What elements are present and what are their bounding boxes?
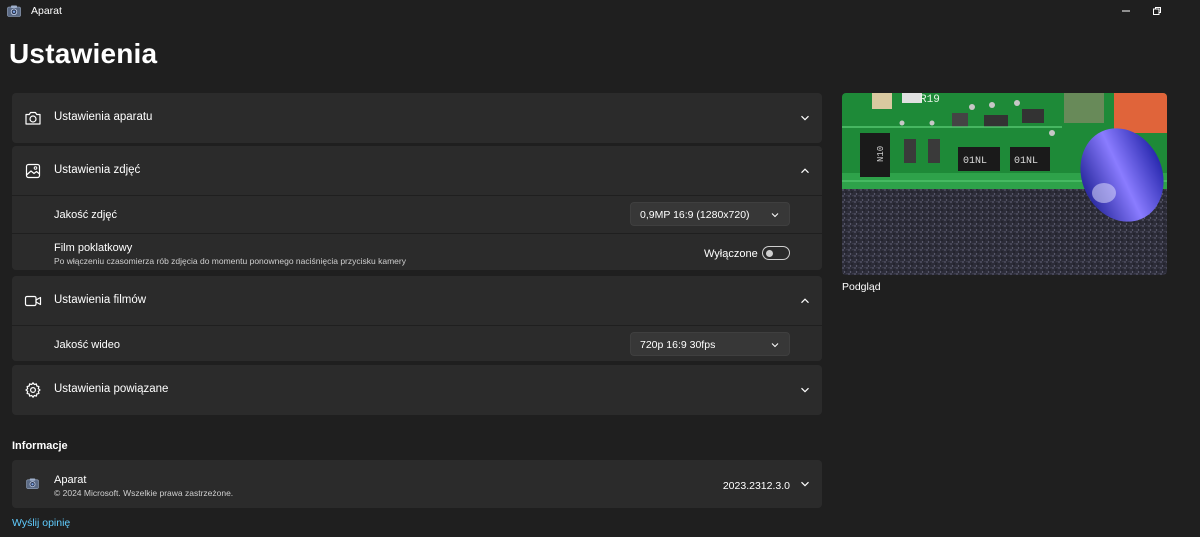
window-title: Aparat [31, 5, 62, 17]
photo-quality-label: Jakość zdjęć [54, 209, 117, 221]
related-settings-card[interactable]: Ustawienia powiązane [12, 365, 822, 415]
toggle-knob [766, 249, 773, 257]
chevron-up-icon [801, 298, 809, 304]
gear-icon [25, 382, 41, 398]
video-quality-row: Jakość wideo 720p 16:9 30fps [12, 325, 822, 361]
video-settings-header[interactable]: Ustawienia filmów [12, 276, 822, 326]
timelapse-toggle[interactable] [762, 246, 790, 260]
camera-app-icon [7, 5, 21, 17]
about-copyright: © 2024 Microsoft. Wszelkie prawa zastrze… [54, 488, 234, 498]
video-icon [24, 295, 42, 307]
preview-image: R19 N10 01NL 01NL [842, 93, 1167, 275]
chevron-up-icon [801, 168, 809, 174]
image-icon [25, 163, 41, 179]
title-bar: Aparat [0, 0, 1200, 22]
send-feedback-link[interactable]: Wyślij opinię [12, 517, 70, 529]
photo-quality-dropdown[interactable]: 0,9MP 16:9 (1280x720) [630, 202, 790, 226]
page-title: Ustawienia [9, 38, 158, 69]
timelapse-state-label: Wyłączone [704, 248, 758, 260]
photo-quality-row: Jakość zdjęć 0,9MP 16:9 (1280x720) [12, 195, 822, 233]
minimize-icon [1122, 10, 1130, 12]
video-quality-dropdown[interactable]: 720p 16:9 30fps [630, 332, 790, 356]
about-app-name: Aparat [54, 474, 87, 486]
video-quality-value: 720p 16:9 30fps [640, 339, 716, 351]
camera-icon [25, 111, 41, 125]
chevron-down-icon [801, 115, 809, 121]
chevron-down-icon [771, 213, 779, 218]
preview-caption: Podgląd [842, 281, 881, 293]
chevron-down-icon [801, 387, 809, 393]
timelapse-label: Film poklatkowy [54, 242, 133, 254]
about-version: 2023.2312.3.0 [722, 480, 790, 492]
svg-text:N10: N10 [876, 146, 886, 162]
chevron-down-icon [801, 481, 809, 487]
camera-preview: R19 N10 01NL 01NL [842, 93, 1167, 275]
maximize-icon [1153, 7, 1161, 15]
photo-settings-card: Ustawienia zdjęć Jakość zdjęć 0,9MP 16:9… [12, 146, 822, 270]
camera-settings-label: Ustawienia aparatu [54, 111, 153, 123]
maximize-button[interactable] [1135, 0, 1179, 22]
related-settings-header[interactable]: Ustawienia powiązane [12, 365, 822, 415]
video-settings-label: Ustawienia filmów [54, 294, 147, 306]
photo-settings-label: Ustawienia zdjęć [54, 164, 141, 176]
related-settings-label: Ustawienia powiązane [54, 383, 169, 395]
svg-text:R19: R19 [920, 94, 940, 106]
about-card[interactable]: Aparat © 2024 Microsoft. Wszelkie prawa … [12, 460, 822, 508]
svg-text:01NL: 01NL [1014, 156, 1038, 167]
camera-settings-card[interactable]: Ustawienia aparatu [12, 93, 822, 143]
photo-settings-header[interactable]: Ustawienia zdjęć [12, 146, 822, 196]
video-settings-card: Ustawienia filmów Jakość wideo 720p 16:9… [12, 276, 822, 361]
camera-app-icon [26, 478, 39, 489]
timelapse-description: Po włączeniu czasomierza rób zdjęcia do … [54, 256, 406, 266]
svg-text:01NL: 01NL [963, 156, 987, 167]
photo-quality-value: 0,9MP 16:9 (1280x720) [640, 209, 750, 221]
video-quality-label: Jakość wideo [54, 339, 121, 351]
timelapse-row: Film poklatkowy Po włączeniu czasomierza… [12, 233, 822, 270]
info-heading: Informacje [12, 440, 68, 452]
chevron-down-icon [771, 343, 779, 348]
camera-settings-header[interactable]: Ustawienia aparatu [12, 93, 822, 143]
